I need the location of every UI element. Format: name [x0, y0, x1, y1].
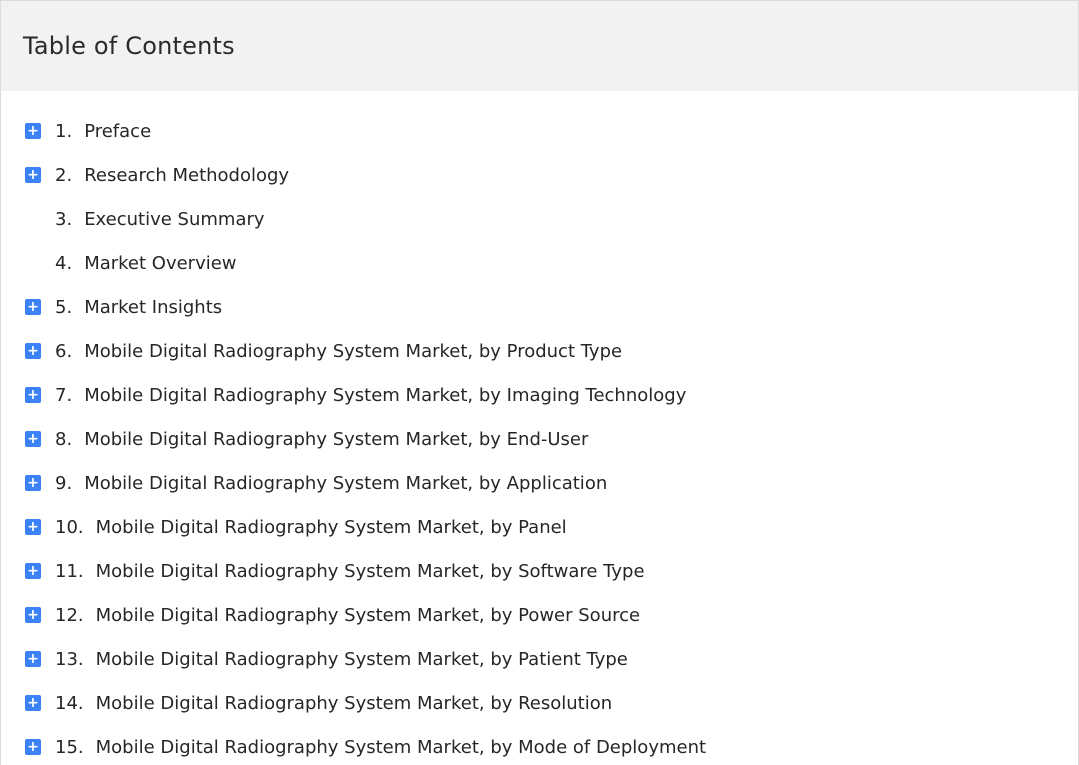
toc-item-label: Mobile Digital Radiography System Market…	[84, 384, 687, 406]
expand-plus-icon[interactable]: +	[25, 519, 41, 535]
toc-item-6[interactable]: +6. Mobile Digital Radiography System Mar…	[1, 329, 1078, 373]
toc-item-label: Mobile Digital Radiography System Market…	[84, 340, 623, 362]
expand-plus-icon[interactable]: +	[25, 695, 41, 711]
toc-item-2[interactable]: +2. Research Methodology	[1, 153, 1078, 197]
toc-item-number: 2.	[55, 164, 73, 186]
toc-item-number: 11.	[55, 560, 84, 582]
toc-item-label: Mobile Digital Radiography System Market…	[95, 736, 707, 758]
toc-header: Table of Contents	[1, 1, 1078, 91]
toc-item-number: 9.	[55, 472, 73, 494]
toc-item-13[interactable]: +13. Mobile Digital Radiography System Ma…	[1, 637, 1078, 681]
expand-plus-icon[interactable]: +	[25, 343, 41, 359]
expand-plus-icon[interactable]: +	[25, 563, 41, 579]
toc-panel: Table of Contents +1. Preface +2. Research …	[0, 0, 1079, 765]
toc-item-number: 3.	[55, 208, 73, 230]
expand-plus-icon[interactable]: +	[25, 387, 41, 403]
toc-item-7[interactable]: +7. Mobile Digital Radiography System Mar…	[1, 373, 1078, 417]
toc-item-number: 4.	[55, 252, 73, 274]
toc-item-1[interactable]: +1. Preface	[1, 109, 1078, 153]
toc-item-11[interactable]: +11. Mobile Digital Radiography System Ma…	[1, 549, 1078, 593]
toc-item-number: 5.	[55, 296, 73, 318]
toc-list: +1. Preface +2. Research Methodology 3. Execu…	[1, 109, 1078, 765]
toc-item-label: Mobile Digital Radiography System Market…	[95, 648, 628, 670]
toc-item-label: Market Overview	[84, 252, 237, 274]
toc-item-label: Mobile Digital Radiography System Market…	[95, 604, 641, 626]
toc-item-14[interactable]: +14. Mobile Digital Radiography System Ma…	[1, 681, 1078, 725]
toc-item-number: 1.	[55, 120, 73, 142]
toc-item-label: Mobile Digital Radiography System Market…	[95, 692, 613, 714]
toc-item-5[interactable]: +5. Market Insights	[1, 285, 1078, 329]
toc-item-label: Mobile Digital Radiography System Market…	[84, 472, 608, 494]
toc-item-label: Executive Summary	[84, 208, 265, 230]
expand-plus-icon[interactable]: +	[25, 475, 41, 491]
toc-item-number: 14.	[55, 692, 84, 714]
expand-plus-icon[interactable]: +	[25, 607, 41, 623]
toc-item-4[interactable]: 4. Market Overview	[1, 241, 1078, 285]
toc-item-number: 15.	[55, 736, 84, 758]
expand-plus-icon[interactable]: +	[25, 123, 41, 139]
expand-plus-icon[interactable]: +	[25, 739, 41, 755]
toc-item-10[interactable]: +10. Mobile Digital Radiography System Ma…	[1, 505, 1078, 549]
toc-item-label: Mobile Digital Radiography System Market…	[84, 428, 589, 450]
toc-item-number: 12.	[55, 604, 84, 626]
toc-item-label: Mobile Digital Radiography System Market…	[95, 560, 645, 582]
toc-title: Table of Contents	[23, 32, 235, 60]
toc-item-3[interactable]: 3. Executive Summary	[1, 197, 1078, 241]
expand-plus-icon[interactable]: +	[25, 431, 41, 447]
toc-item-9[interactable]: +9. Mobile Digital Radiography System Mar…	[1, 461, 1078, 505]
toc-item-number: 7.	[55, 384, 73, 406]
toc-item-12[interactable]: +12. Mobile Digital Radiography System Ma…	[1, 593, 1078, 637]
toc-item-label: Mobile Digital Radiography System Market…	[95, 516, 567, 538]
toc-item-label: Market Insights	[84, 296, 223, 318]
toc-item-number: 13.	[55, 648, 84, 670]
expand-plus-icon[interactable]: +	[25, 651, 41, 667]
toc-item-8[interactable]: +8. Mobile Digital Radiography System Mar…	[1, 417, 1078, 461]
toc-item-number: 6.	[55, 340, 73, 362]
toc-item-number: 8.	[55, 428, 73, 450]
toc-item-number: 10.	[55, 516, 84, 538]
expand-plus-icon[interactable]: +	[25, 167, 41, 183]
expand-plus-icon[interactable]: +	[25, 299, 41, 315]
toc-item-label: Preface	[84, 120, 152, 142]
toc-item-15[interactable]: +15. Mobile Digital Radiography System Ma…	[1, 725, 1078, 765]
toc-item-label: Research Methodology	[84, 164, 290, 186]
